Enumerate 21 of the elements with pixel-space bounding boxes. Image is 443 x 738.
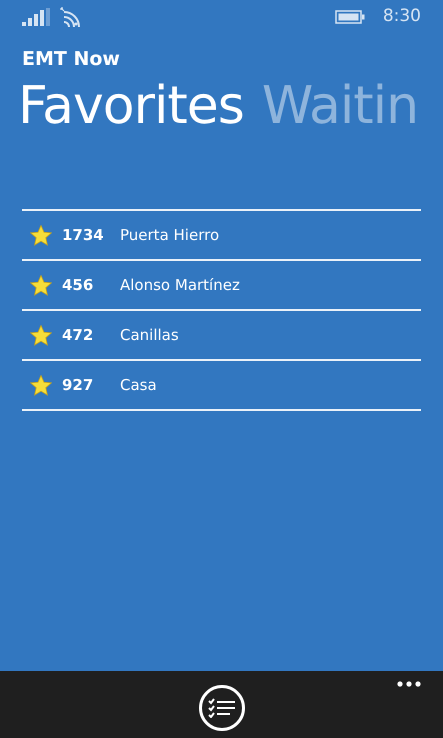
star-icon bbox=[30, 274, 52, 296]
signal-icon bbox=[22, 8, 50, 26]
star-icon bbox=[30, 224, 52, 246]
stop-number: 1734 bbox=[62, 224, 105, 246]
battery-icon bbox=[334, 10, 365, 24]
app-title: EMT Now bbox=[22, 47, 121, 71]
pivot-header[interactable]: Favorites bbox=[18, 73, 244, 139]
wifi-icon bbox=[60, 7, 80, 27]
stop-number: 472 bbox=[62, 324, 94, 346]
stop-name[interactable]: Canillas bbox=[120, 324, 179, 346]
stop-name[interactable]: Puerta Hierro bbox=[120, 224, 220, 246]
stop-name[interactable]: Casa bbox=[120, 374, 157, 396]
stop-name[interactable]: Alonso Martínez bbox=[120, 274, 240, 296]
stop-number: 927 bbox=[62, 374, 94, 396]
clock-time: 8:30 bbox=[382, 5, 421, 28]
more-icon[interactable] bbox=[397, 681, 421, 687]
star-icon bbox=[30, 374, 52, 396]
star-icon bbox=[30, 324, 52, 346]
checklist-icon bbox=[208, 698, 236, 718]
list-button[interactable] bbox=[198, 685, 244, 731]
stop-number: 456 bbox=[62, 274, 94, 296]
